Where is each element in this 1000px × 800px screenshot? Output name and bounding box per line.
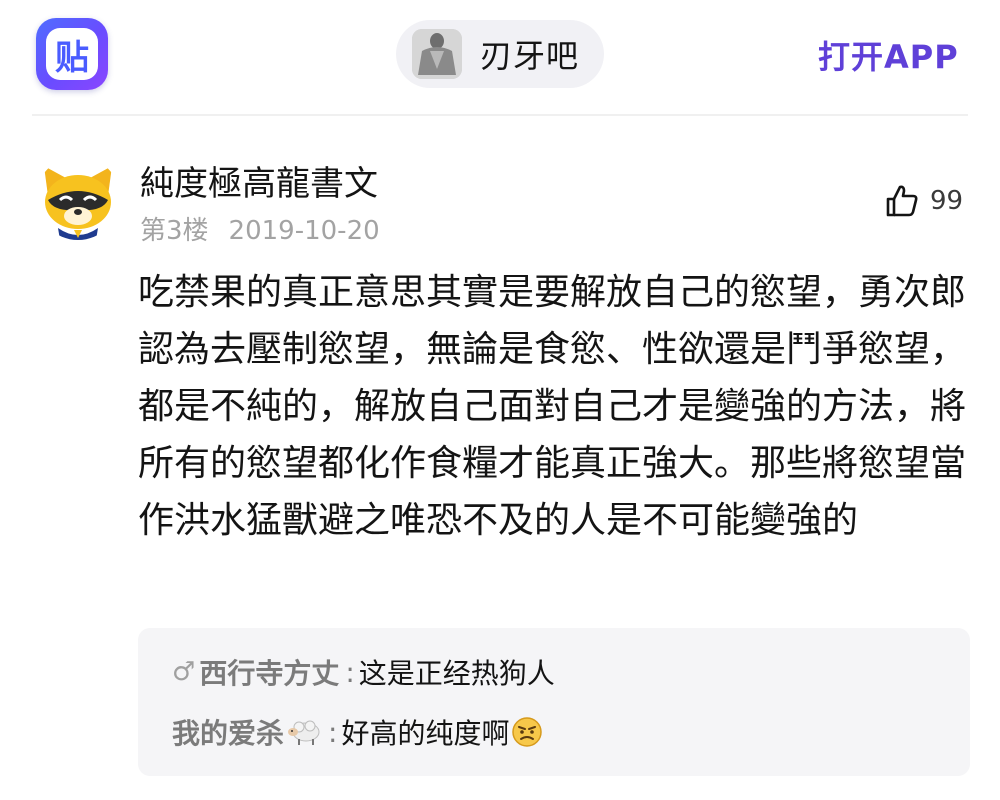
- like-count: 99: [930, 186, 964, 216]
- app-logo-glyph: 贴: [46, 28, 98, 80]
- reply-author[interactable]: 我的爱杀: [172, 712, 322, 752]
- reply-author-name: 西行寺方丈: [199, 657, 340, 690]
- user-avatar[interactable]: [36, 156, 120, 240]
- reply-separator: :: [345, 655, 355, 689]
- header-divider: [32, 114, 968, 116]
- open-app-button[interactable]: 打开APP: [818, 32, 959, 78]
- forum-avatar-icon: [412, 29, 462, 79]
- forum-pill[interactable]: 刃牙吧: [396, 20, 604, 88]
- reply-author-name: 我的爱杀: [172, 717, 285, 750]
- forum-name: 刃牙吧: [480, 37, 580, 75]
- male-gender-icon: ♂: [172, 657, 196, 687]
- post-meta: 第3楼 2019-10-20: [140, 210, 380, 247]
- reply-separator: :: [328, 715, 338, 749]
- reply-item[interactable]: ♂ 西行寺方丈 : 这是正经热狗人: [172, 652, 555, 692]
- floor-number: 第3楼: [140, 216, 209, 246]
- reply-author[interactable]: ♂ 西行寺方丈: [172, 652, 339, 692]
- reply-text: 这是正经热狗人: [358, 657, 555, 690]
- reply-preview-box[interactable]: ♂ 西行寺方丈 : 这是正经热狗人 我的爱杀 : 好高的纯度啊: [138, 628, 970, 776]
- top-bar: 贴 刃牙吧 打开APP: [0, 0, 1000, 110]
- thumbs-up-icon: [886, 185, 918, 217]
- sheep-emoji-icon: [288, 720, 320, 745]
- raccoon-avatar-icon: [36, 156, 120, 240]
- like-button[interactable]: 99: [884, 180, 974, 222]
- reply-text: 好高的纯度啊: [341, 717, 510, 750]
- angry-face-emoji-icon: [512, 717, 543, 747]
- tieba-app-logo[interactable]: 贴: [36, 18, 108, 90]
- post-date: 2019-10-20: [228, 216, 380, 246]
- post-content: 吃禁果的真正意思其實是要解放自己的慾望，勇次郎認為去壓制慾望，無論是食慾、性欲還…: [138, 272, 967, 541]
- reply-item[interactable]: 我的爱杀 : 好高的纯度啊: [172, 712, 543, 752]
- post-username[interactable]: 純度極高龍書文: [140, 156, 378, 205]
